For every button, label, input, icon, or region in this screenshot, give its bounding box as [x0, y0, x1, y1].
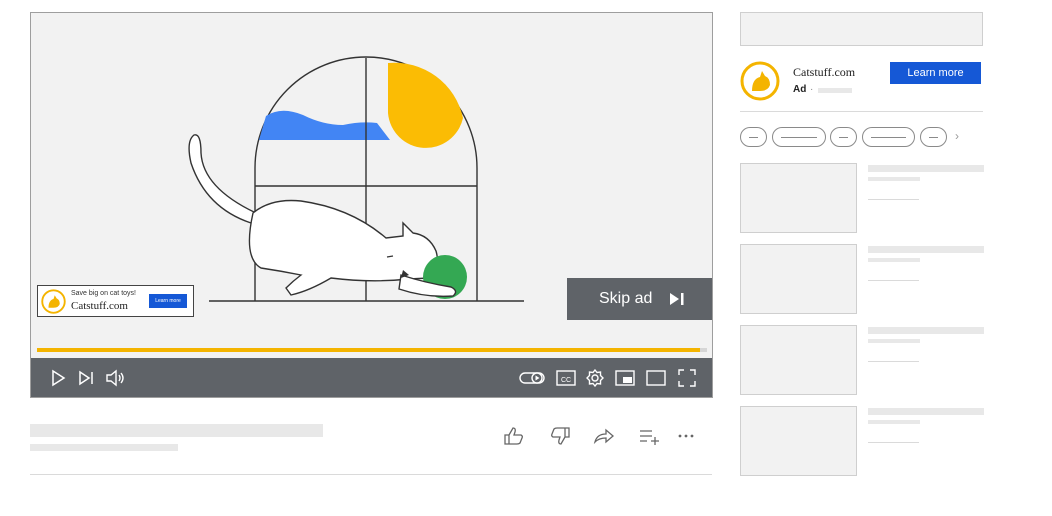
- autoplay-toggle-icon: [519, 372, 545, 384]
- video-player[interactable]: Save big on cat toys! Catstuff.com Learn…: [30, 12, 713, 398]
- fullscreen-button[interactable]: [676, 367, 698, 389]
- overlay-ad-site: Catstuff.com: [71, 300, 128, 312]
- player-control-bar: CC: [31, 358, 712, 397]
- recommendation-thumbnail[interactable]: [740, 325, 857, 395]
- sidebar-learn-more-button[interactable]: Learn more: [890, 62, 981, 84]
- overlay-ad-tagline: Save big on cat toys!: [71, 290, 136, 297]
- volume-icon: [106, 369, 124, 387]
- video-page: Save big on cat toys! Catstuff.com Learn…: [0, 0, 1052, 516]
- sidebar-top-placeholder: [740, 12, 983, 46]
- recommendation-meta-placeholder: [868, 361, 919, 362]
- filter-chip[interactable]: [830, 127, 857, 147]
- autoplay-toggle[interactable]: [519, 367, 545, 389]
- recommendation-title-placeholder[interactable]: [868, 246, 984, 253]
- settings-gear-icon: [586, 368, 604, 388]
- play-button[interactable]: [47, 367, 69, 389]
- share-button[interactable]: [592, 425, 616, 447]
- catstuff-logo-icon: [740, 61, 780, 101]
- video-title-placeholder: [30, 424, 323, 437]
- theater-mode-icon: [646, 370, 666, 386]
- recommendation-title-placeholder[interactable]: [868, 327, 984, 334]
- like-button[interactable]: [502, 425, 526, 447]
- share-icon: [593, 428, 614, 445]
- sidebar-divider: [740, 111, 983, 112]
- recommendation-thumbnail[interactable]: [740, 244, 857, 314]
- dislike-button[interactable]: [548, 425, 572, 447]
- more-actions-button[interactable]: [674, 425, 698, 447]
- overlay-ad-banner[interactable]: Save big on cat toys! Catstuff.com Learn…: [37, 285, 194, 317]
- sidebar-ad-label: Ad: [793, 84, 807, 95]
- captions-icon: CC: [556, 370, 576, 386]
- recommendation-channel-placeholder: [868, 339, 920, 343]
- filter-chip[interactable]: [920, 127, 947, 147]
- next-icon: [79, 370, 93, 386]
- sidebar-ad-url-placeholder: [818, 88, 852, 93]
- recommendation-channel-placeholder: [868, 420, 920, 424]
- recommendation-meta-placeholder: [868, 442, 919, 443]
- fullscreen-icon: [678, 369, 696, 387]
- catstuff-logo-icon: [41, 289, 66, 314]
- theater-mode-button[interactable]: [645, 367, 667, 389]
- play-icon: [52, 369, 66, 387]
- chips-next-chevron-icon[interactable]: ›: [955, 128, 967, 144]
- filter-chip[interactable]: [862, 127, 915, 147]
- video-meta-placeholder: [30, 444, 178, 451]
- recommendation-thumbnail[interactable]: [740, 406, 857, 476]
- content-divider: [30, 474, 712, 475]
- captions-button[interactable]: CC: [555, 367, 577, 389]
- thumbs-down-icon: [551, 427, 570, 445]
- recommendation-channel-placeholder: [868, 177, 920, 181]
- more-icon: [678, 434, 694, 438]
- save-to-playlist-button[interactable]: [637, 425, 661, 447]
- recommendation-meta-placeholder: [868, 199, 919, 200]
- ad-progress-fill: [37, 348, 701, 352]
- filter-chip[interactable]: [740, 127, 767, 147]
- sidebar-ad-site: Catstuff.com: [793, 65, 856, 79]
- volume-button[interactable]: [104, 367, 126, 389]
- recommendation-meta-placeholder: [868, 280, 919, 281]
- skip-ad-label: Skip ad: [599, 290, 653, 307]
- settings-button[interactable]: [584, 367, 606, 389]
- recommendation-thumbnail[interactable]: [740, 163, 857, 233]
- sidebar-ad-separator: ·: [810, 84, 814, 95]
- ad-progress-bar[interactable]: [37, 348, 707, 352]
- miniplayer-icon: [615, 370, 635, 386]
- recommendation-channel-placeholder: [868, 258, 920, 262]
- overlay-learn-more-button[interactable]: Learn more: [149, 294, 187, 308]
- skip-ad-button[interactable]: Skip ad: [567, 278, 712, 320]
- recommendation-title-placeholder[interactable]: [868, 165, 984, 172]
- captions-label: CC: [561, 377, 571, 384]
- thumbs-up-icon: [504, 427, 523, 445]
- recommendation-title-placeholder[interactable]: [868, 408, 984, 415]
- filter-chip[interactable]: [772, 127, 826, 147]
- sun-shape: [388, 62, 463, 148]
- cat-tail: [188, 134, 257, 224]
- miniplayer-button[interactable]: [614, 367, 636, 389]
- save-to-playlist-icon: [640, 430, 659, 445]
- skip-next-icon: [670, 293, 684, 305]
- next-button[interactable]: [75, 367, 97, 389]
